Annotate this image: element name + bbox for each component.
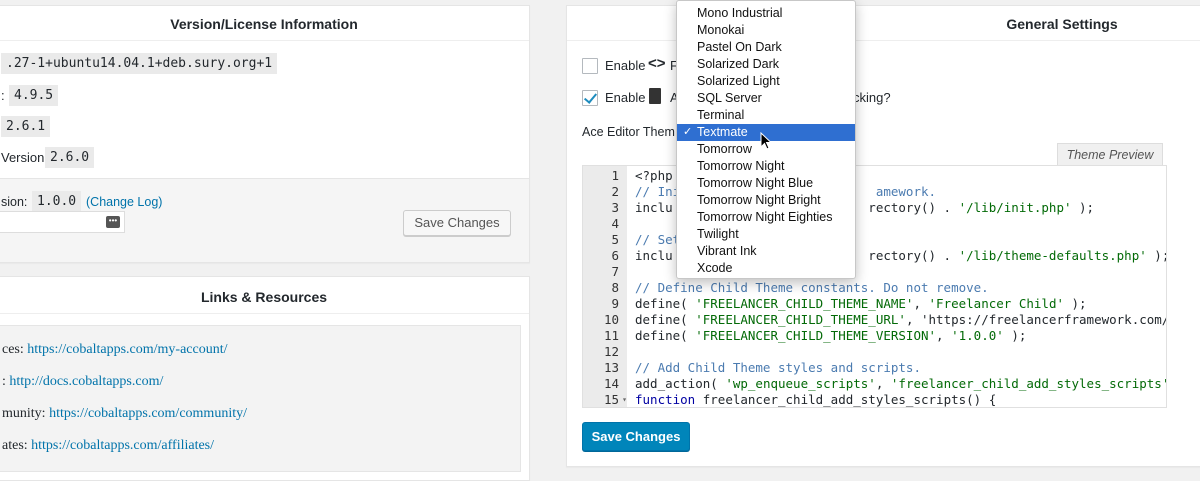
- version-license-panel: Version/License Information .27-1+ubuntu…: [0, 5, 530, 263]
- line-number: 11: [603, 328, 619, 343]
- theme-option-label: Tomorrow Night Eighties: [697, 210, 833, 224]
- fold-arrow-icon[interactable]: ▾: [622, 395, 627, 404]
- theme-option-label: Pastel On Dark: [697, 40, 782, 54]
- file-code-icon: [649, 88, 661, 104]
- docs-link[interactable]: http://docs.cobaltapps.com/: [9, 374, 163, 389]
- code-line: // Define Child Theme constants. Do not …: [635, 280, 989, 295]
- theme-option-label: Monokai: [697, 23, 745, 37]
- line-number: 9: [611, 296, 619, 311]
- theme-option-label: Xcode: [697, 261, 733, 275]
- code-line: <?php: [635, 168, 673, 183]
- line-number: 5: [611, 232, 619, 247]
- panel-title: General Settings: [1006, 16, 1118, 32]
- code-line: function freelancer_child_add_styles_scr…: [635, 392, 997, 407]
- my-account-link[interactable]: https://cobaltapps.com/my-account/: [27, 342, 227, 357]
- panel-title: Version/License Information: [170, 16, 358, 32]
- theme-option-label: Solarized Light: [697, 74, 780, 88]
- wp-version-value: 4.9.5: [9, 85, 59, 106]
- panel-footer: sion: 1.0.0 (Change Log) ••• Save Change…: [0, 178, 529, 262]
- list-item: : http://docs.cobaltapps.com/: [2, 374, 164, 389]
- ace-editor-theme-label: Ace Editor Them: [582, 125, 675, 139]
- theme-option[interactable]: Monokai: [677, 22, 855, 39]
- theme-option-label: Terminal: [697, 108, 745, 122]
- theme-option[interactable]: Pastel On Dark: [677, 39, 855, 56]
- enable-checkbox-2[interactable]: [582, 90, 598, 106]
- save-changes-button-left[interactable]: Save Changes: [403, 210, 511, 236]
- line-number: 14: [603, 376, 619, 391]
- theme-option[interactable]: Tomorrow Night Eighties: [677, 209, 855, 226]
- theme-option-label: Tomorrow Night Blue: [697, 176, 814, 190]
- links-resources-panel: Links & Resources ces: https://cobaltapp…: [0, 276, 530, 481]
- more-options-icon[interactable]: •••: [106, 216, 120, 228]
- links-list: ces: https://cobaltapps.com/my-account/ …: [0, 325, 521, 472]
- theme-option-label: Tomorrow: [697, 142, 752, 156]
- php-version-value: .27-1+ubuntu14.04.1+deb.sury.org+1: [1, 53, 278, 74]
- theme-option[interactable]: Solarized Dark: [677, 56, 855, 73]
- code-line: define( 'FREELANCER_CHILD_THEME_NAME', '…: [635, 296, 1087, 311]
- line-number: 1: [611, 168, 619, 183]
- version-label-4: Version:: [1, 150, 48, 165]
- line-number: 10: [603, 312, 619, 327]
- code-line: define( 'FREELANCER_CHILD_THEME_URL', 'h…: [635, 312, 1167, 327]
- panel-title: Links & Resources: [200, 289, 328, 305]
- license-input[interactable]: •••: [0, 211, 125, 233]
- theme-preview-tab[interactable]: Theme Preview: [1057, 143, 1163, 165]
- theme-option[interactable]: Twilight: [677, 226, 855, 243]
- version-value-5: 1.0.0: [32, 191, 82, 212]
- line-number: 13: [603, 360, 619, 375]
- line-number: 8: [611, 280, 619, 295]
- version-label-5: sion:: [1, 195, 28, 209]
- theme-option-label: Tomorrow Night: [697, 159, 785, 173]
- check-icon: ✓: [683, 126, 693, 138]
- code-line: // Add Child Theme styles and scripts.: [635, 360, 921, 375]
- line-number: 12: [603, 344, 619, 359]
- enable-label-2-suffix: cking?: [853, 90, 891, 105]
- changelog-link[interactable]: (Change Log): [86, 195, 162, 209]
- general-settings-panel: General Settings Enable <> F Enable A ck…: [566, 5, 1200, 467]
- theme-option-label: Vibrant Ink: [697, 244, 757, 258]
- theme-option-label: Twilight: [697, 227, 739, 241]
- code-line: // Set: [635, 232, 681, 247]
- theme-option[interactable]: Terminal: [677, 107, 855, 124]
- line-number: 7: [611, 264, 619, 279]
- line-number: 6: [611, 248, 619, 263]
- save-changes-button[interactable]: Save Changes: [582, 422, 690, 451]
- theme-option-label: SQL Server: [697, 91, 762, 105]
- code-brackets-icon: <>: [648, 55, 666, 72]
- enable-label-1: Enable: [605, 58, 646, 73]
- theme-option[interactable]: Solarized Light: [677, 73, 855, 90]
- theme-preview-editor[interactable]: 1 2 3 4 5 6 7 8 9 10 11 12 13 14 15 ▾ <?php// Ini amewo…: [582, 165, 1167, 408]
- theme-option[interactable]: Vibrant Ink: [677, 243, 855, 260]
- list-item: munity: https://cobaltapps.com/community…: [2, 406, 247, 421]
- code-line: add_action( 'wp_enqueue_scripts', 'freel…: [635, 376, 1167, 391]
- enable-checkbox-1[interactable]: [582, 58, 598, 74]
- theme-option[interactable]: Tomorrow Night Bright: [677, 192, 855, 209]
- theme-option-label: Textmate: [697, 125, 748, 139]
- list-item: ces: https://cobaltapps.com/my-account/: [2, 342, 228, 357]
- code-line: define( 'FREELANCER_CHILD_THEME_VERSION'…: [635, 328, 1027, 343]
- version-value-3: 2.6.1: [1, 116, 51, 137]
- line-number: 15: [603, 392, 619, 407]
- enable-label-2: Enable: [605, 90, 646, 105]
- line-number: 2: [611, 184, 619, 199]
- line-number: 3: [611, 200, 619, 215]
- theme-option-label: Mono Industrial: [697, 6, 783, 20]
- line-number: 4: [611, 216, 619, 231]
- version-value-4: 2.6.0: [45, 147, 95, 168]
- theme-option[interactable]: Tomorrow Night Blue: [677, 175, 855, 192]
- community-link[interactable]: https://cobaltapps.com/community/: [49, 406, 247, 421]
- theme-option[interactable]: SQL Server: [677, 90, 855, 107]
- list-item: ates: https://cobaltapps.com/affiliates/: [2, 438, 215, 453]
- line-number-gutter: 1 2 3 4 5 6 7 8 9 10 11 12 13 14 15 ▾: [583, 166, 627, 407]
- theme-option-label: Tomorrow Night Bright: [697, 193, 821, 207]
- affiliates-link[interactable]: https://cobaltapps.com/affiliates/: [31, 438, 214, 453]
- mouse-cursor-icon: [760, 132, 773, 150]
- wp-version-label: :: [1, 88, 5, 103]
- theme-option[interactable]: Xcode: [677, 260, 855, 277]
- theme-option-label: Solarized Dark: [697, 57, 779, 71]
- theme-option[interactable]: Tomorrow Night: [677, 158, 855, 175]
- theme-option[interactable]: Mono Industrial: [677, 5, 855, 22]
